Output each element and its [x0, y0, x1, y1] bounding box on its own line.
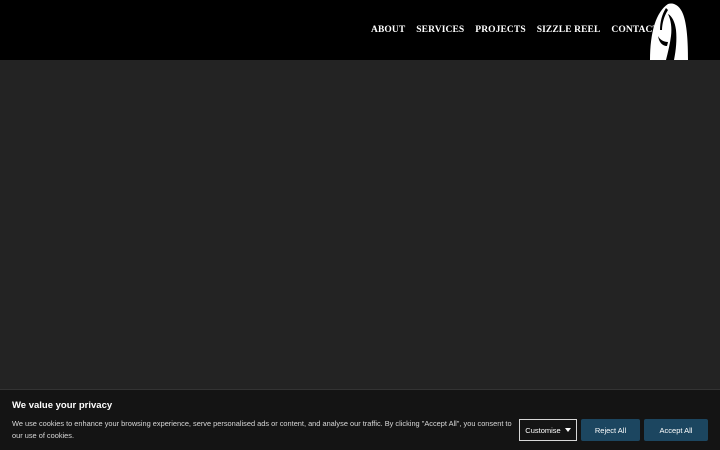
cookie-consent-banner: We value your privacy We use cookies to … — [0, 389, 720, 450]
nav-link-projects[interactable]: PROJECTS — [475, 24, 525, 36]
cookie-description: We use cookies to enhance your browsing … — [12, 419, 512, 440]
hooded-reaper-logo-icon[interactable] — [648, 2, 690, 60]
accept-all-button[interactable]: Accept All — [644, 419, 708, 441]
customise-label: Customise — [525, 425, 561, 435]
nav-link-sizzle-reel[interactable]: SIZZLE REEL — [537, 24, 601, 36]
site-header: ABOUT SERVICES PROJECTS SIZZLE REEL CONT… — [0, 0, 720, 60]
caret-down-icon — [564, 428, 571, 432]
hero-area — [0, 60, 720, 390]
nav-link-services[interactable]: SERVICES — [416, 24, 464, 36]
nav-link-about[interactable]: ABOUT — [371, 24, 405, 36]
cookie-title: We value your privacy — [12, 400, 113, 411]
main-nav: ABOUT SERVICES PROJECTS SIZZLE REEL CONT… — [371, 24, 659, 36]
customise-button[interactable]: Customise — [519, 419, 577, 441]
reject-all-button[interactable]: Reject All — [581, 419, 640, 441]
